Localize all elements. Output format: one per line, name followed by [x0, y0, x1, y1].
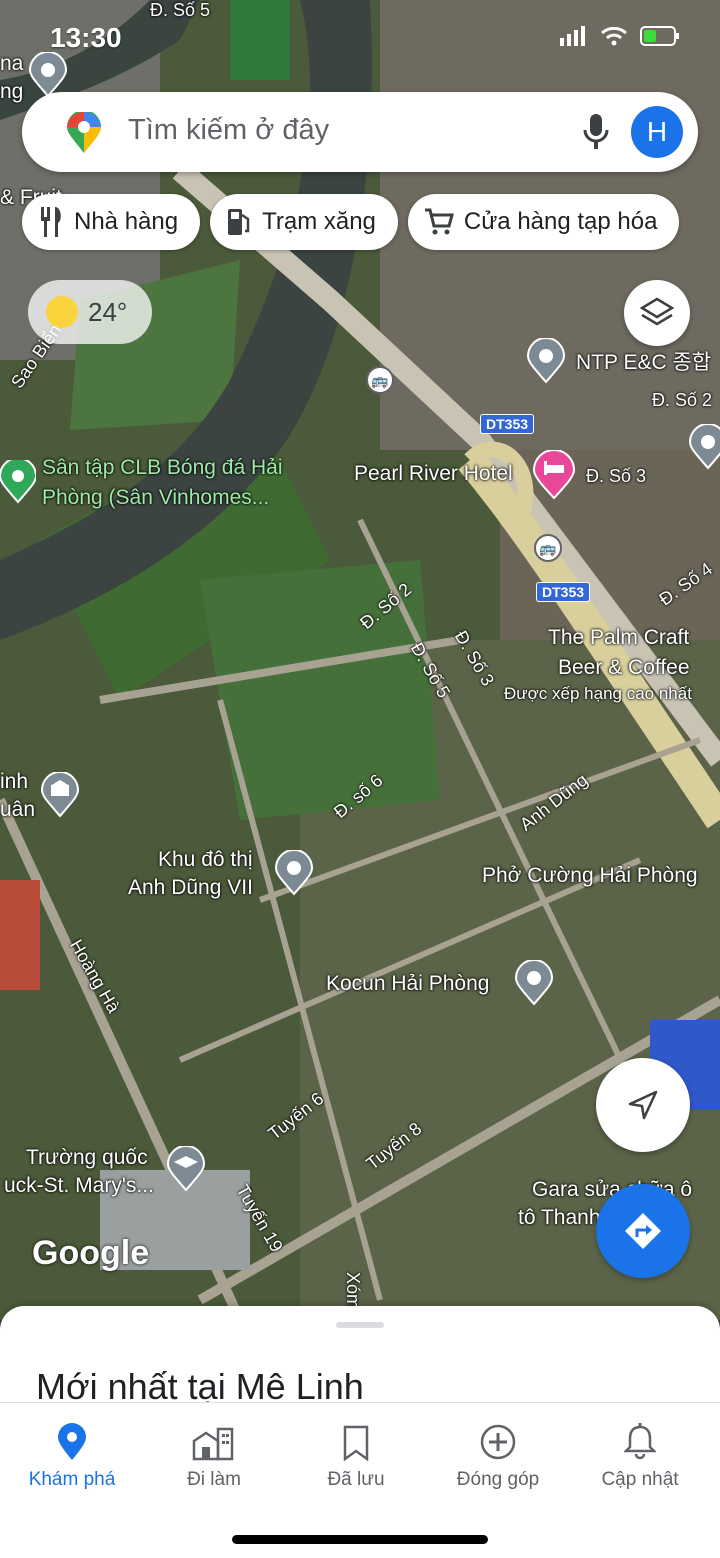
road-label: Xóm — [343, 1271, 364, 1310]
map-label-san-tap-2[interactable]: Phòng (Sân Vinhomes... — [42, 486, 269, 510]
map-label-khu-do-thi-2[interactable]: Anh Dũng VII — [128, 876, 253, 900]
chip-gas-stations[interactable]: Trạm xăng — [210, 194, 398, 250]
directions-icon — [625, 1213, 661, 1249]
wifi-icon — [601, 26, 627, 46]
map-label-palm-craft[interactable]: The Palm Craft — [548, 626, 689, 650]
tab-updates[interactable]: Cập nhật — [568, 1417, 712, 1491]
road-label: Đ. Số 3 — [586, 466, 647, 486]
directions-button[interactable] — [596, 1184, 690, 1278]
school-marker-icon[interactable] — [166, 1146, 206, 1192]
commute-icon — [192, 1427, 234, 1461]
map-label-gara-2[interactable]: tô Thanh — [518, 1206, 601, 1230]
map-label-pearl-river-hotel[interactable]: Pearl River Hotel — [354, 462, 513, 486]
gas-station-icon — [228, 209, 250, 235]
chip-restaurants[interactable]: Nhà hàng — [22, 194, 201, 250]
map-label-edge: inh — [0, 770, 29, 793]
map-label-truong-quoc-te[interactable]: Trường quốc — [26, 1146, 148, 1170]
tab-label: Đi làm — [187, 1469, 241, 1490]
chip-label: Trạm xăng — [262, 208, 376, 235]
sheet-drag-handle[interactable] — [336, 1322, 384, 1328]
weather-chip[interactable]: 24° — [28, 280, 152, 344]
tab-saved[interactable]: Đã lưu — [284, 1417, 428, 1491]
bus-stop-icon[interactable]: 🚌 — [366, 366, 394, 394]
battery-icon — [640, 26, 679, 46]
sun-icon — [46, 296, 78, 328]
google-logo: Google — [32, 1234, 150, 1272]
museum-marker-icon[interactable] — [40, 772, 80, 818]
hotel-marker-icon[interactable] — [532, 450, 576, 500]
tab-label: Khám phá — [28, 1469, 116, 1490]
bell-icon — [624, 1423, 656, 1460]
tab-label: Đóng góp — [456, 1469, 540, 1490]
chip-label: Nhà hàng — [74, 208, 179, 235]
map-label-kocun[interactable]: Kocun Hải Phòng — [326, 972, 489, 996]
bookmark-icon — [343, 1425, 369, 1461]
home-indicator[interactable] — [232, 1535, 488, 1544]
place-marker-icon[interactable] — [514, 960, 554, 1006]
my-location-button[interactable] — [596, 1058, 690, 1152]
map-label-ntp[interactable]: NTP E&C 종합 — [576, 346, 711, 376]
bus-stop-icon[interactable]: 🚌 — [534, 534, 562, 562]
status-icons — [560, 26, 680, 46]
tab-contribute[interactable]: Đóng góp — [426, 1417, 570, 1491]
chip-label: Cửa hàng tạp hóa — [463, 208, 658, 235]
place-marker-icon[interactable] — [688, 424, 720, 470]
status-bar: 13:30 — [0, 22, 720, 58]
avatar[interactable]: H — [631, 106, 683, 158]
map-label-edge: uân — [0, 798, 36, 821]
status-time: 13:30 — [50, 22, 122, 53]
navigation-arrow-icon — [628, 1090, 658, 1120]
add-circle-icon — [480, 1424, 516, 1460]
tab-explore[interactable]: Khám phá — [0, 1417, 144, 1491]
layers-button[interactable] — [624, 280, 690, 346]
layers-icon — [640, 297, 674, 326]
chip-grocery[interactable]: Cửa hàng tạp hóa — [407, 194, 680, 250]
road-label: Đ. Số 2 — [652, 390, 713, 410]
google-maps-pin-icon — [67, 112, 101, 153]
route-shield: DT353 — [480, 414, 535, 434]
map-label-truong-quoc-te-2[interactable]: uck-St. Mary's... — [4, 1174, 154, 1198]
place-marker-icon[interactable] — [274, 850, 314, 896]
map-label-pho-cuong[interactable]: Phở Cường Hải Phòng — [482, 864, 698, 888]
map-label-san-tap[interactable]: Sân tập CLB Bóng đá Hải — [42, 456, 283, 480]
tab-commute[interactable]: Đi làm — [142, 1417, 286, 1491]
park-marker-icon[interactable] — [0, 460, 36, 504]
tab-label: Đã lưu — [327, 1469, 385, 1490]
explore-pin-icon — [58, 1423, 86, 1460]
map-label-edge: ng — [0, 80, 24, 103]
place-marker-icon[interactable] — [526, 338, 566, 384]
restaurant-icon — [41, 207, 61, 237]
signal-icon — [560, 26, 585, 46]
map-label-khu-do-thi[interactable]: Khu đô thị — [158, 848, 253, 872]
search-input[interactable]: Tìm kiếm ở đây — [128, 114, 329, 147]
bottom-navigation: Khám phá Đi làm Đã lưu Đóng góp Cập nhật — [0, 1402, 720, 1558]
microphone-icon[interactable] — [582, 112, 610, 152]
weather-temp: 24° — [88, 296, 128, 327]
search-bar[interactable]: Tìm kiếm ở đây H — [22, 92, 698, 172]
route-shield: DT353 — [536, 582, 591, 602]
road-label: Đ. Số 5 — [150, 0, 211, 20]
map-label-rating: Được xếp hạng cao nhất — [504, 684, 692, 703]
tab-label: Cập nhật — [601, 1469, 679, 1490]
grocery-cart-icon — [424, 208, 454, 235]
map-label-palm-craft-2[interactable]: Beer & Coffee — [558, 656, 690, 680]
category-chips: Nhà hàng Trạm xăng Cửa hàng tạp hóa — [22, 194, 680, 250]
